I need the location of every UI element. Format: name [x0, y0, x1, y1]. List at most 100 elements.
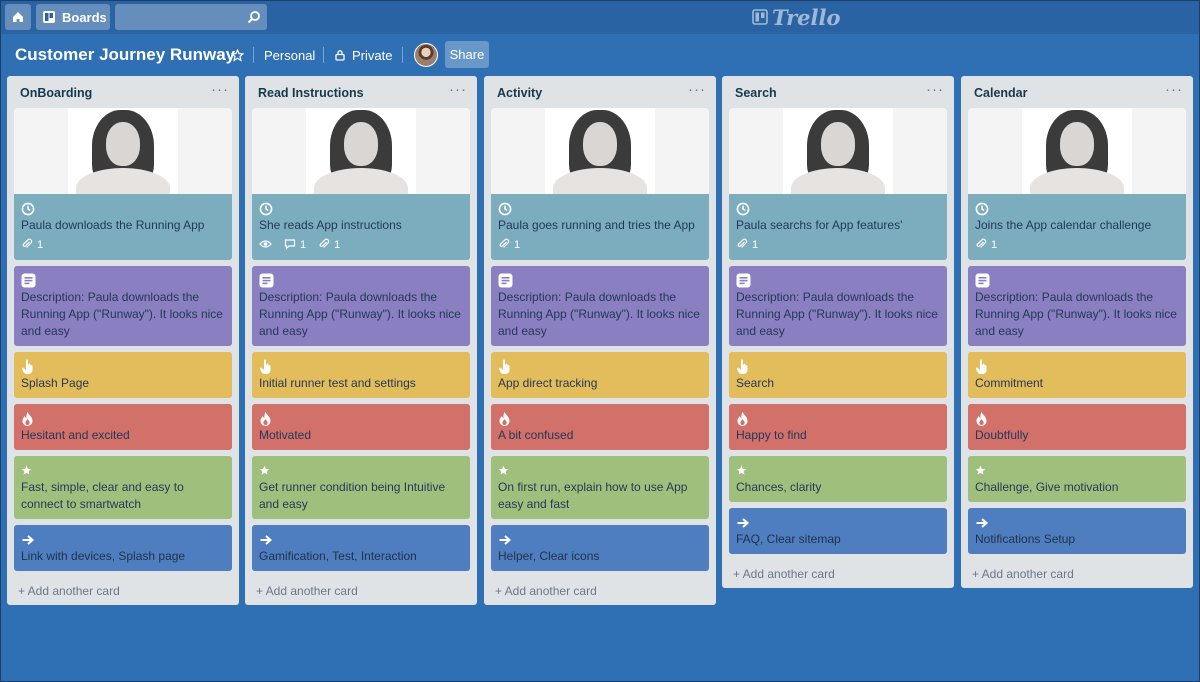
- header-divider: [323, 47, 324, 63]
- comments-count: 1: [300, 239, 307, 251]
- list-header: Activity ···: [484, 76, 716, 108]
- attachments-count: 1: [514, 239, 521, 251]
- card-title: Description: Paula downloads the Running…: [975, 290, 1177, 338]
- attachments-count: 1: [752, 239, 759, 251]
- card-touchpoint[interactable]: Initial runner test and settings: [252, 352, 470, 398]
- list-title[interactable]: OnBoarding: [20, 86, 92, 100]
- card-description[interactable]: Description: Paula downloads the Running…: [968, 266, 1186, 346]
- card-photo[interactable]: Paula downloads the Running App 1: [14, 108, 232, 260]
- team-button[interactable]: Personal: [264, 45, 315, 65]
- team-label: Personal: [264, 47, 316, 63]
- card-title: Motivated: [259, 428, 312, 442]
- card-next-steps[interactable]: Gamification, Test, Interaction: [252, 525, 470, 571]
- card-photo[interactable]: Paula searchs for App features' 1: [729, 108, 947, 260]
- card-next-steps[interactable]: Notifications Setup: [968, 508, 1186, 554]
- attachments-count: 1: [991, 239, 998, 251]
- board-title[interactable]: Customer Journey Runway: [15, 45, 235, 65]
- card-photo[interactable]: Paula goes running and tries the App 1: [491, 108, 709, 260]
- card-badges: 1: [498, 234, 702, 254]
- list-search: Search ··· Paula searchs for App feature…: [722, 76, 954, 588]
- add-card-label: + Add another card: [733, 567, 835, 581]
- add-card-button[interactable]: + Add another card: [484, 577, 716, 605]
- attachments-badge: 1: [21, 238, 43, 253]
- card-title: On first run, explain how to use App eas…: [498, 480, 688, 511]
- list-title[interactable]: Activity: [497, 86, 542, 100]
- add-card-button[interactable]: + Add another card: [7, 577, 239, 605]
- card-title: Paula goes running and tries the App: [498, 218, 695, 232]
- card-description[interactable]: Description: Paula downloads the Running…: [491, 266, 709, 346]
- boards-button[interactable]: Boards: [36, 4, 110, 30]
- list-menu-icon[interactable]: ···: [926, 81, 944, 98]
- card-cover-image: [968, 108, 1186, 194]
- card-touchpoint[interactable]: Commitment: [968, 352, 1186, 398]
- list-title[interactable]: Read Instructions: [258, 86, 364, 100]
- card-cover-image: [14, 108, 232, 194]
- star-outline-icon: [231, 48, 244, 62]
- card-next-steps[interactable]: Helper, Clear icons: [491, 525, 709, 571]
- card-emotion[interactable]: Hesitant and excited: [14, 404, 232, 450]
- home-button[interactable]: [5, 4, 31, 30]
- home-icon: [13, 12, 23, 22]
- list-menu-icon[interactable]: ···: [688, 81, 706, 98]
- card-opportunity[interactable]: Challenge, Give motivation: [968, 456, 1186, 502]
- description-icon: [498, 272, 702, 289]
- card-description[interactable]: Description: Paula downloads the Running…: [14, 266, 232, 346]
- list-menu-icon[interactable]: ···: [1165, 81, 1183, 98]
- card-emotion[interactable]: Motivated: [252, 404, 470, 450]
- list-menu-icon[interactable]: ···: [211, 81, 229, 98]
- arrow-right-icon: [498, 531, 702, 548]
- card-opportunity[interactable]: Fast, simple, clear and easy to connect …: [14, 456, 232, 519]
- search-input[interactable]: [115, 4, 267, 30]
- trello-logo-icon: [752, 9, 768, 25]
- list-read-instructions: Read Instructions ··· She reads App inst…: [245, 76, 477, 605]
- card-description[interactable]: Description: Paula downloads the Running…: [729, 266, 947, 346]
- list-menu-icon[interactable]: ···: [449, 81, 467, 98]
- card-cover-image: [252, 108, 470, 194]
- description-icon: [975, 272, 1179, 289]
- watch-badge: [259, 238, 272, 253]
- card-opportunity[interactable]: On first run, explain how to use App eas…: [491, 456, 709, 519]
- card-description[interactable]: Description: Paula downloads the Running…: [252, 266, 470, 346]
- clock-icon: [21, 200, 225, 217]
- card-title: Paula downloads the Running App: [21, 218, 205, 232]
- paperclip-icon: [318, 238, 330, 253]
- share-button[interactable]: Share: [445, 41, 489, 68]
- card-title: Notifications Setup: [975, 532, 1076, 546]
- card-next-steps[interactable]: FAQ, Clear sitemap: [729, 508, 947, 554]
- star-button[interactable]: [231, 45, 244, 65]
- card-title: Commitment: [975, 376, 1044, 390]
- card-title: Gamification, Test, Interaction: [259, 549, 417, 563]
- card-touchpoint[interactable]: Splash Page: [14, 352, 232, 398]
- trello-logo[interactable]: Trello: [752, 4, 841, 30]
- comment-icon: [284, 238, 296, 253]
- card-photo[interactable]: She reads App instructions 11: [252, 108, 470, 260]
- card-touchpoint[interactable]: Search: [729, 352, 947, 398]
- card-emotion[interactable]: Happy to find: [729, 404, 947, 450]
- card-title: Paula searchs for App features': [736, 218, 903, 232]
- card-title: Get runner condition being Intuitive and…: [259, 480, 446, 511]
- fire-icon: [498, 410, 702, 427]
- card-opportunity[interactable]: Chances, clarity: [729, 456, 947, 502]
- card-emotion[interactable]: A bit confused: [491, 404, 709, 450]
- attachments-badge: 1: [736, 238, 758, 253]
- card-cover-image: [491, 108, 709, 194]
- card-touchpoint[interactable]: App direct tracking: [491, 352, 709, 398]
- add-card-button[interactable]: + Add another card: [961, 560, 1193, 588]
- card-next-steps[interactable]: Link with devices, Splash page: [14, 525, 232, 571]
- card-title: FAQ, Clear sitemap: [736, 532, 841, 546]
- visibility-button[interactable]: Private: [334, 45, 392, 65]
- card-emotion[interactable]: Doubtfully: [968, 404, 1186, 450]
- paperclip-icon: [21, 238, 33, 253]
- add-card-button[interactable]: + Add another card: [722, 560, 954, 588]
- card-title: She reads App instructions: [259, 218, 402, 232]
- attachments-badge: 1: [498, 238, 520, 253]
- card-title: Description: Paula downloads the Running…: [21, 290, 223, 338]
- card-photo[interactable]: Joins the App calendar challenge 1: [968, 108, 1186, 260]
- card-title: Helper, Clear icons: [498, 549, 600, 563]
- arrow-right-icon: [259, 531, 463, 548]
- list-title[interactable]: Calendar: [974, 86, 1028, 100]
- card-opportunity[interactable]: Get runner condition being Intuitive and…: [252, 456, 470, 519]
- member-avatar[interactable]: [414, 43, 438, 67]
- list-title[interactable]: Search: [735, 86, 777, 100]
- add-card-button[interactable]: + Add another card: [245, 577, 477, 605]
